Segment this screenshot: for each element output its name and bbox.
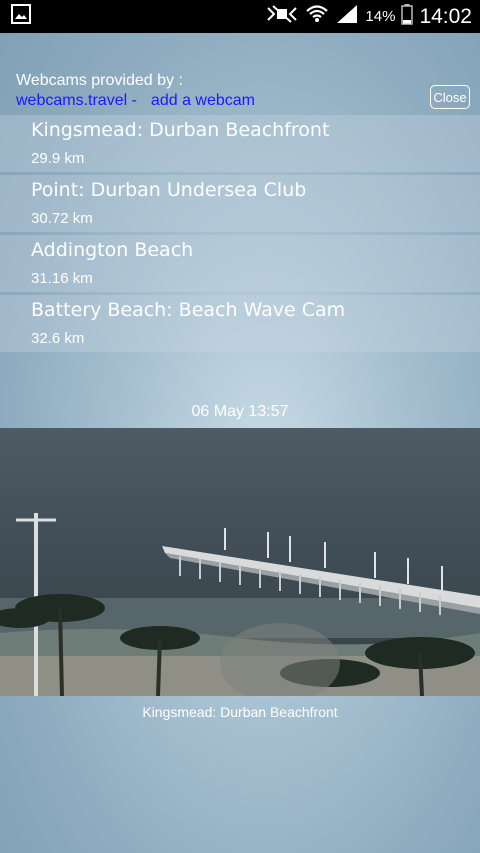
webcam-list-item[interactable]: Point: Durban Undersea Club 30.72 km: [0, 175, 480, 232]
add-webcam-link[interactable]: add a webcam: [151, 92, 255, 109]
battery-icon: [401, 3, 414, 30]
webcam-timestamp: 06 May 13:57: [191, 403, 289, 420]
provider-title: Webcams provided by :: [16, 72, 183, 89]
battery-percent: 14%: [365, 8, 396, 25]
webcam-name: Kingsmead: Durban Beachfront: [31, 119, 330, 141]
webcam-caption: Kingsmead: Durban Beachfront: [142, 704, 338, 720]
close-button[interactable]: Close: [430, 85, 470, 109]
webcam-image[interactable]: [0, 428, 480, 696]
signal-icon: [335, 3, 359, 30]
clock: 14:02: [419, 4, 472, 28]
webcam-distance: 32.6 km: [31, 330, 85, 347]
wifi-icon: [305, 3, 329, 30]
webcams-travel-link[interactable]: webcams.travel -: [16, 92, 137, 109]
webcam-distance: 31.16 km: [31, 270, 93, 287]
webcam-name: Point: Durban Undersea Club: [31, 179, 307, 201]
webcam-list-item[interactable]: Addington Beach 31.16 km: [0, 235, 480, 292]
webcam-provider-header: Webcams provided by : webcams.travel - ad…: [16, 72, 466, 111]
webcam-name: Battery Beach: Beach Wave Cam: [31, 299, 346, 321]
webcam-list-item[interactable]: Kingsmead: Durban Beachfront 29.9 km: [0, 115, 480, 172]
webcam-distance: 29.9 km: [31, 150, 85, 167]
webcam-list: Kingsmead: Durban Beachfront 29.9 km Poi…: [0, 115, 480, 355]
webcam-distance: 30.72 km: [31, 210, 93, 227]
webcam-name: Addington Beach: [31, 239, 194, 261]
image-notification-icon: [10, 3, 32, 30]
webcam-list-item[interactable]: Battery Beach: Beach Wave Cam 32.6 km: [0, 295, 480, 352]
nfc-mute-icon: [265, 4, 299, 29]
status-bar: 14% 14:02: [0, 0, 480, 33]
